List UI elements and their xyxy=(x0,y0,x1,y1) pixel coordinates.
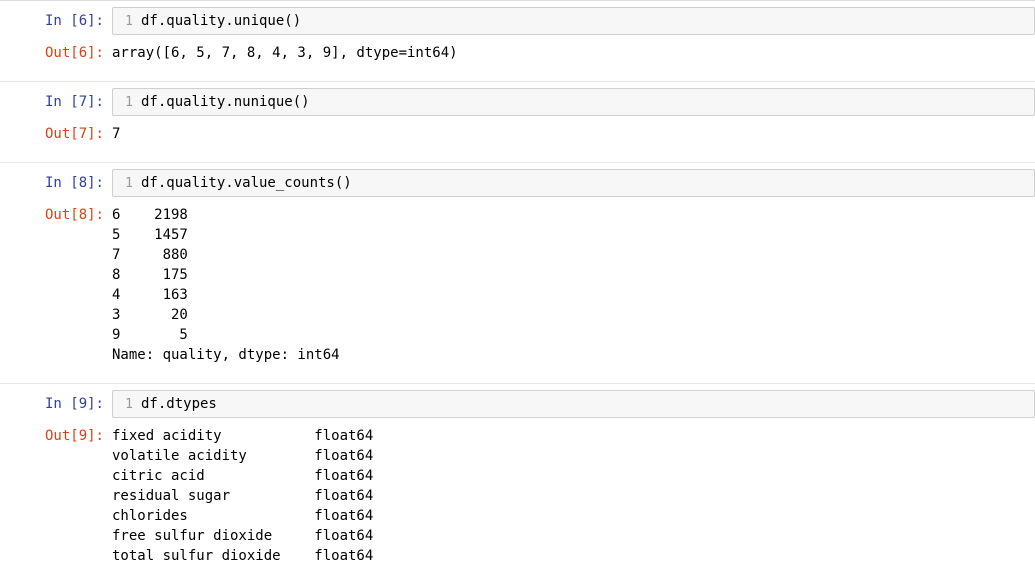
notebook: In [6]: 1 df.quality.unique() Out[6]: ar… xyxy=(0,0,1035,572)
output-text: array([6, 5, 7, 8, 4, 3, 9], dtype=int64… xyxy=(112,39,1035,63)
cell: In [7]: 1 df.quality.nunique() Out[7]: 7 xyxy=(0,81,1035,150)
cell: In [8]: 1 df.quality.value_counts() Out[… xyxy=(0,162,1035,371)
code-text: df.quality.value_counts() xyxy=(141,173,1030,193)
input-line: In [7]: 1 df.quality.nunique() xyxy=(0,86,1035,118)
cell: In [6]: 1 df.quality.unique() Out[6]: ar… xyxy=(0,0,1035,69)
code-text: df.quality.nunique() xyxy=(141,92,1030,112)
code-text: df.dtypes xyxy=(141,394,1030,414)
output-line: Out[6]: array([6, 5, 7, 8, 4, 3, 9], dty… xyxy=(0,37,1035,65)
output-text: 6 2198 5 1457 7 880 8 175 4 163 3 20 9 5… xyxy=(112,201,1035,365)
line-number: 1 xyxy=(117,95,141,110)
input-line: In [6]: 1 df.quality.unique() xyxy=(0,5,1035,37)
output-text: fixed acidity float64 volatile acidity f… xyxy=(112,422,1035,566)
code-input[interactable]: 1 df.quality.nunique() xyxy=(112,88,1035,116)
output-line: Out[9]: fixed acidity float64 volatile a… xyxy=(0,420,1035,568)
output-line: Out[7]: 7 xyxy=(0,118,1035,146)
code-input[interactable]: 1 df.dtypes xyxy=(112,390,1035,418)
out-prompt: Out[9]: xyxy=(0,422,112,446)
line-number: 1 xyxy=(117,397,141,412)
out-prompt: Out[7]: xyxy=(0,120,112,144)
cell: In [9]: 1 df.dtypes Out[9]: fixed acidit… xyxy=(0,383,1035,572)
output-text: 7 xyxy=(112,120,1035,144)
input-line: In [8]: 1 df.quality.value_counts() xyxy=(0,167,1035,199)
line-number: 1 xyxy=(117,14,141,29)
code-text: df.quality.unique() xyxy=(141,11,1030,31)
out-prompt: Out[8]: xyxy=(0,201,112,225)
in-prompt: In [9]: xyxy=(0,390,112,414)
in-prompt: In [8]: xyxy=(0,169,112,193)
in-prompt: In [6]: xyxy=(0,7,112,31)
code-input[interactable]: 1 df.quality.value_counts() xyxy=(112,169,1035,197)
code-input[interactable]: 1 df.quality.unique() xyxy=(112,7,1035,35)
output-line: Out[8]: 6 2198 5 1457 7 880 8 175 4 163 … xyxy=(0,199,1035,367)
line-number: 1 xyxy=(117,176,141,191)
out-prompt: Out[6]: xyxy=(0,39,112,63)
in-prompt: In [7]: xyxy=(0,88,112,112)
input-line: In [9]: 1 df.dtypes xyxy=(0,388,1035,420)
